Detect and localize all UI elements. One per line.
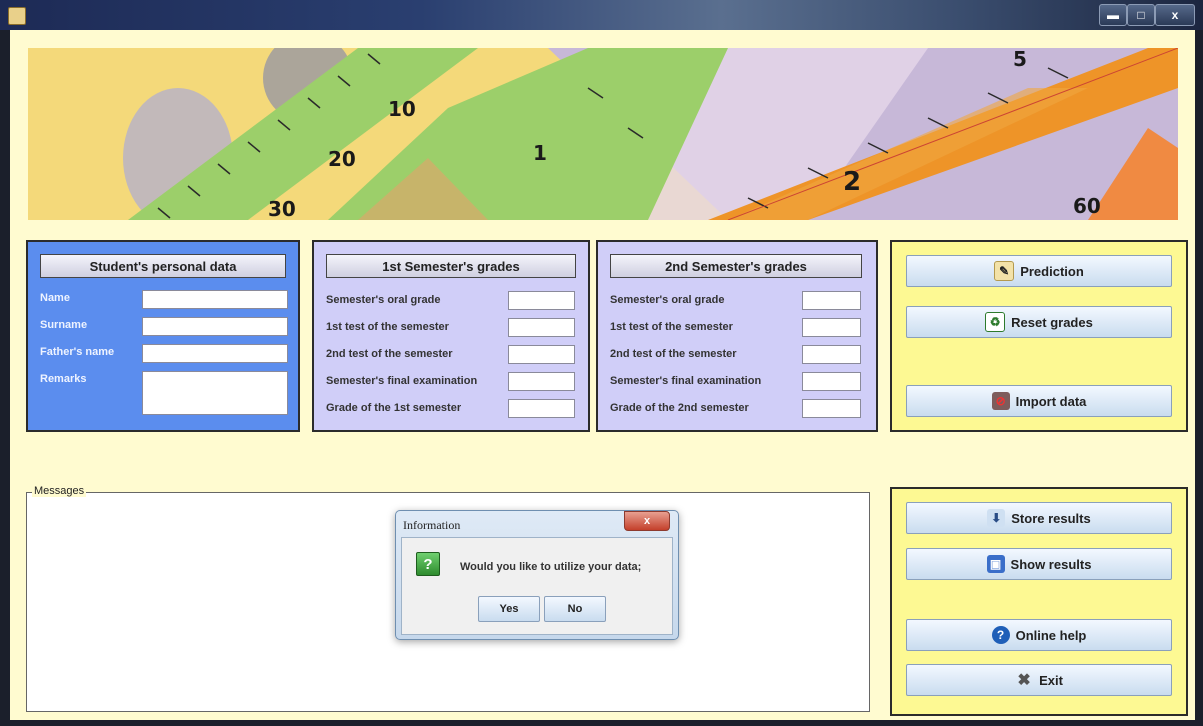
- ruler-label-5: 5: [1013, 48, 1027, 71]
- sem1-oral-field[interactable]: [508, 291, 575, 310]
- close-window-button[interactable]: x: [1155, 4, 1195, 26]
- sem1-test1-label: 1st test of the semester: [326, 321, 449, 333]
- rulers-banner-image: 10 20 30 1 2 5 60: [28, 48, 1178, 220]
- sem2-final-label: Semester's final examination: [610, 375, 762, 387]
- minimize-button[interactable]: ▬: [1099, 4, 1127, 26]
- sem2-test1-field[interactable]: [802, 318, 861, 337]
- exit-button[interactable]: ✖ Exit: [906, 664, 1172, 696]
- recycle-icon: ♻: [985, 312, 1006, 332]
- store-results-label: Store results: [1011, 510, 1091, 526]
- question-icon: ?: [416, 552, 440, 576]
- prediction-label: Prediction: [1020, 263, 1084, 279]
- sem2-grade-field[interactable]: [802, 399, 861, 418]
- sem1-final-field[interactable]: [508, 372, 575, 391]
- window-title-bar[interactable]: [0, 0, 1203, 30]
- store-results-icon: ⬇: [987, 509, 1006, 527]
- online-help-label: Online help: [1015, 627, 1087, 643]
- import-data-button[interactable]: ⊘ Import data: [906, 385, 1172, 417]
- semester2-grades-panel: 2nd Semester's grades Semester's oral gr…: [596, 240, 878, 432]
- yes-button[interactable]: Yes: [478, 596, 540, 622]
- semester1-grades-panel: 1st Semester's grades Semester's oral gr…: [312, 240, 590, 432]
- ruler-label-60: 60: [1073, 194, 1101, 218]
- ruler-label-1: 1: [533, 141, 547, 165]
- sem1-grade-label: Grade of the 1st semester: [326, 402, 462, 414]
- surname-label: Surname: [40, 319, 88, 331]
- actions-panel-bottom: ⬇ Store results ▣ Show results ? Online …: [890, 487, 1188, 716]
- show-results-label: Show results: [1010, 556, 1092, 572]
- show-results-icon: ▣: [986, 555, 1005, 573]
- maximize-button[interactable]: □: [1127, 4, 1155, 26]
- ruler-label-2: 2: [843, 167, 861, 197]
- surname-field[interactable]: [142, 317, 288, 336]
- java-app-icon: [8, 7, 26, 25]
- information-dialog: Information x ? Would you like to utiliz…: [395, 510, 679, 640]
- no-button[interactable]: No: [544, 596, 606, 622]
- sem2-test1-label: 1st test of the semester: [610, 321, 733, 333]
- sem1-final-label: Semester's final examination: [326, 375, 478, 387]
- fathers-name-field[interactable]: [142, 344, 288, 363]
- sem1-test1-field[interactable]: [508, 318, 575, 337]
- sem1-test2-field[interactable]: [508, 345, 575, 364]
- exit-icon: ✖: [1017, 672, 1031, 689]
- sem2-final-field[interactable]: [802, 372, 861, 391]
- sem2-grade-label: Grade of the 2nd semester: [610, 402, 749, 414]
- remarks-label: Remarks: [40, 373, 87, 385]
- help-icon: ?: [991, 626, 1010, 644]
- sem2-test2-field[interactable]: [802, 345, 861, 364]
- dialog-body: ? Would you like to utilize your data; Y…: [401, 537, 673, 635]
- import-data-label: Import data: [1015, 393, 1087, 409]
- prediction-icon: ✎: [994, 261, 1015, 281]
- actions-panel-top: ✎ Prediction ♻ Reset grades ⊘ Import dat…: [890, 240, 1188, 432]
- semester1-header-button[interactable]: 1st Semester's grades: [326, 254, 576, 278]
- show-results-button[interactable]: ▣ Show results: [906, 548, 1172, 580]
- semester2-header-button[interactable]: 2nd Semester's grades: [610, 254, 862, 278]
- personal-data-header-button[interactable]: Student's personal data: [40, 254, 286, 278]
- dialog-title: Information: [403, 518, 461, 532]
- name-field[interactable]: [142, 290, 288, 309]
- prediction-button[interactable]: ✎ Prediction: [906, 255, 1172, 287]
- ruler-label-10: 10: [388, 97, 416, 121]
- sem2-oral-field[interactable]: [802, 291, 861, 310]
- dialog-message: Would you like to utilize your data;: [460, 561, 642, 573]
- sem1-oral-label: Semester's oral grade: [326, 294, 441, 306]
- store-results-button[interactable]: ⬇ Store results: [906, 502, 1172, 534]
- sem2-oral-label: Semester's oral grade: [610, 294, 725, 306]
- import-data-icon: ⊘: [991, 392, 1010, 410]
- reset-grades-label: Reset grades: [1011, 314, 1093, 330]
- fathers-name-label: Father's name: [40, 346, 115, 358]
- ruler-label-20: 20: [328, 147, 356, 171]
- reset-grades-button[interactable]: ♻ Reset grades: [906, 306, 1172, 338]
- sem1-grade-field[interactable]: [508, 399, 575, 418]
- sem1-test2-label: 2nd test of the semester: [326, 348, 453, 360]
- sem2-test2-label: 2nd test of the semester: [610, 348, 737, 360]
- remarks-textarea[interactable]: [142, 371, 288, 415]
- online-help-button[interactable]: ? Online help: [906, 619, 1172, 651]
- personal-data-panel: Student's personal data Name Surname Fat…: [26, 240, 300, 432]
- dialog-close-button[interactable]: x: [624, 511, 670, 531]
- ruler-label-30: 30: [268, 197, 296, 220]
- app-client-area: 10 20 30 1 2 5 60 Student's personal dat…: [10, 30, 1195, 720]
- messages-title: Messages: [32, 485, 87, 497]
- exit-label: Exit: [1039, 672, 1063, 688]
- name-label: Name: [40, 292, 70, 304]
